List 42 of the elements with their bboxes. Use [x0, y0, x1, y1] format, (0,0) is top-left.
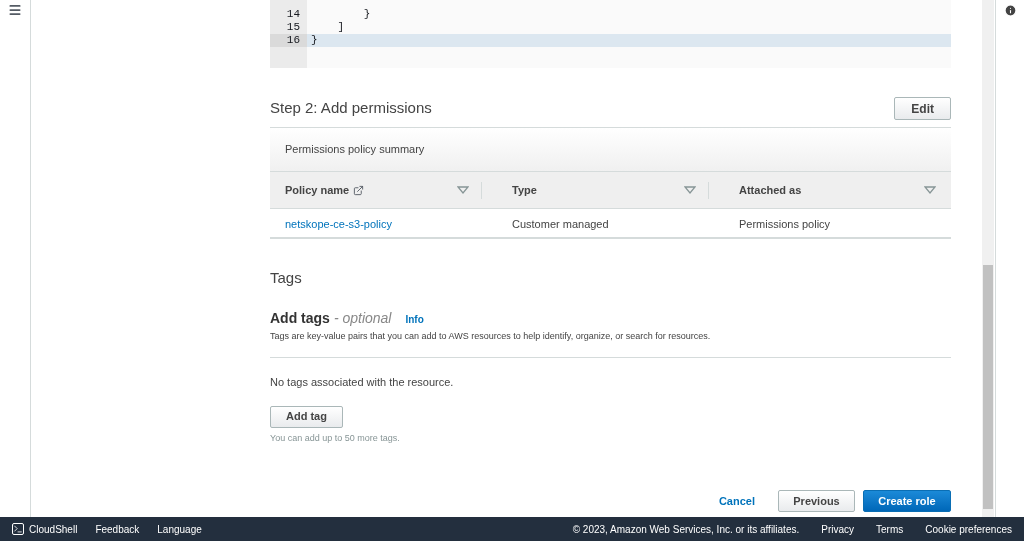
external-link-icon	[353, 184, 365, 196]
cancel-link[interactable]: Cancel	[718, 492, 755, 510]
cloudshell-link[interactable]: CloudShell	[29, 521, 78, 537]
feedback-link[interactable]: Feedback	[95, 521, 140, 537]
copyright-text: © 2023, Amazon Web Services, Inc. or its affiliates.	[572, 522, 800, 537]
code-editor[interactable]: 14 15 16 } ] }	[270, 0, 951, 68]
line-number: 14	[285, 8, 301, 21]
column-header: Type	[512, 182, 537, 198]
language-link[interactable]: Language	[157, 521, 202, 537]
table-cell: Permissions policy	[739, 218, 831, 230]
line-number: 15	[285, 21, 301, 34]
optional-label: - optional	[333, 308, 392, 328]
policy-link[interactable]: netskope-ce-s3-policy	[285, 218, 392, 230]
code-line: ]	[336, 21, 344, 33]
footer-link[interactable]: Cookie preferences	[925, 521, 1012, 537]
column-header: Attached as	[739, 182, 802, 198]
scrollbar[interactable]	[982, 0, 994, 517]
sort-icon[interactable]	[457, 186, 469, 194]
code-line: }	[362, 8, 371, 20]
sort-icon[interactable]	[924, 186, 936, 194]
hint-text: You can add up to 50 more tags.	[270, 431, 401, 445]
add-tag-button[interactable]: Add tag	[270, 405, 343, 428]
info-icon[interactable]	[1003, 4, 1017, 17]
previous-button[interactable]: Previous	[778, 490, 855, 512]
cloudshell-icon[interactable]	[12, 523, 24, 535]
tags-description: Tags are key-value pairs that you can add to AWS resources to help identify, organize, or search for resources.	[270, 329, 951, 358]
sort-icon[interactable]	[684, 186, 696, 194]
table-cell: Customer managed	[512, 218, 609, 230]
code-line: }	[311, 34, 318, 46]
footer-link[interactable]: Terms	[876, 521, 904, 537]
subsection-title: Add tags	[270, 308, 330, 328]
section-title: Tags	[270, 268, 303, 288]
menu-icon[interactable]	[8, 3, 22, 17]
footer-link[interactable]: Privacy	[821, 521, 855, 537]
info-link[interactable]: Info	[405, 311, 424, 327]
section-title: Step 2: Add permissions	[270, 98, 432, 119]
create-role-button[interactable]: Create role	[863, 490, 951, 512]
panel-title: Permissions policy summary	[285, 142, 425, 158]
line-number: 16	[270, 34, 307, 47]
edit-button[interactable]: Edit	[894, 97, 951, 120]
empty-message: No tags associated with the resource.	[270, 375, 455, 390]
column-header: Policy name	[285, 182, 350, 198]
